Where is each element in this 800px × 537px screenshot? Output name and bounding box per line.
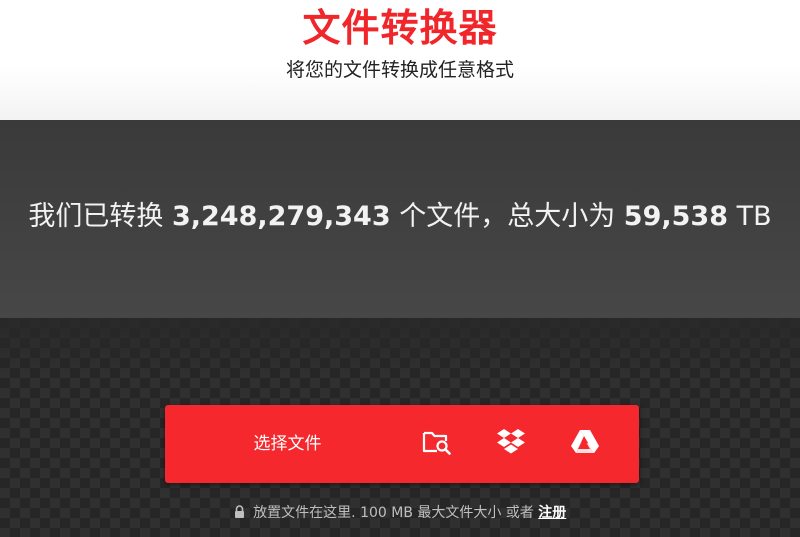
page-header: 文件转换器 将您的文件转换成任意格式 xyxy=(0,0,800,120)
stats-banner: 我们已转换 3,248,279,343 个文件，总大小为 59,538 TB xyxy=(0,120,800,318)
folder-search-icon xyxy=(422,429,452,459)
page-title: 文件转换器 xyxy=(302,6,498,50)
upload-bar: 选择文件 xyxy=(165,405,639,483)
google-drive-icon xyxy=(570,429,600,459)
from-dropbox-button[interactable] xyxy=(473,405,549,483)
upload-note-text: 放置文件在这里. 100 MB 最大文件大小 或者 xyxy=(253,505,534,521)
file-drop-zone[interactable]: 选择文件 放置文件在这里. 100 MB 最大文件大小 或者 注册 xyxy=(0,318,800,537)
stats-total-size: 59,538 xyxy=(623,201,728,232)
page-subtitle: 将您的文件转换成任意格式 xyxy=(285,59,514,81)
stats-unit: TB xyxy=(736,201,772,232)
signup-link[interactable]: 注册 xyxy=(538,505,566,521)
lock-icon xyxy=(234,504,245,524)
stats-line: 我们已转换 3,248,279,343 个文件，总大小为 59,538 TB xyxy=(0,200,800,234)
stats-files-count: 3,248,279,343 xyxy=(171,201,391,232)
stats-middle: 个文件，总大小为 xyxy=(399,201,616,232)
from-google-drive-button[interactable] xyxy=(547,405,623,483)
dropbox-icon xyxy=(495,428,527,460)
choose-files-button[interactable]: 选择文件 xyxy=(165,405,410,483)
upload-note: 放置文件在这里. 100 MB 最大文件大小 或者 注册 xyxy=(0,503,800,524)
from-device-button[interactable] xyxy=(399,405,475,483)
stats-prefix: 我们已转换 xyxy=(28,201,164,232)
